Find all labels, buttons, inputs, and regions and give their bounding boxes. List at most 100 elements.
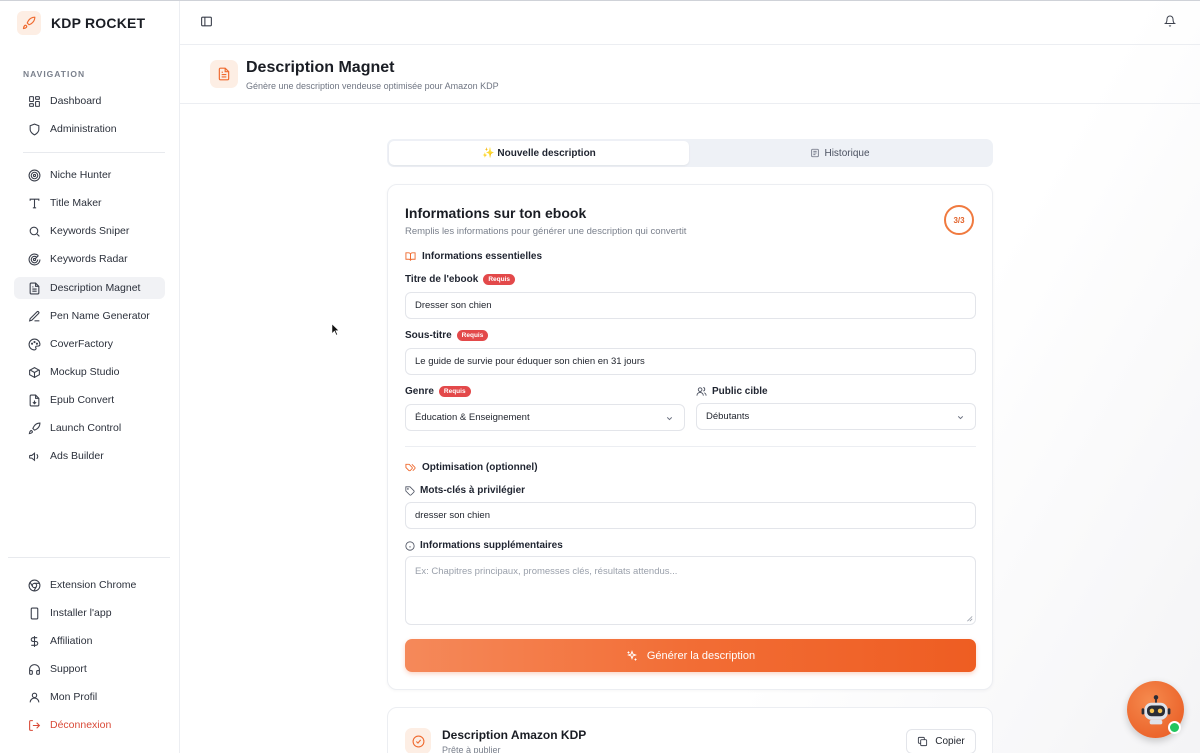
tag-icon (405, 485, 415, 496)
sidebar-item-label: Epub Convert (50, 394, 115, 406)
pen-icon (28, 310, 40, 322)
required-badge: Requis (438, 386, 471, 397)
audience-label-text: Public cible (712, 386, 768, 397)
tab-nouvelle-description[interactable]: ✨ Nouvelle description (389, 141, 689, 165)
rocket-icon (28, 422, 41, 434)
step-progress-ring: 3/3 (944, 205, 974, 235)
extra-info-field-label: Informations supplémentaires (405, 540, 563, 551)
tab-bar: ✨ Nouvelle description Historique (387, 139, 993, 167)
amazon-description-card: Description Amazon KDP Prête à publier C… (387, 707, 993, 753)
sidebar-item-label: Affiliation (50, 635, 93, 647)
sidebar-item-label: Launch Control (50, 422, 122, 434)
genre-field-label: Genre Requis (405, 386, 471, 397)
sidebar-item-extension-chrome[interactable]: Extension Chrome (14, 574, 165, 596)
sidebar-toggle-button[interactable] (200, 15, 213, 31)
sidebar-item-label: Mon Profil (50, 691, 98, 703)
card-subtitle: Remplis les informations pour générer un… (405, 226, 687, 237)
title-label-text: Titre de l'ebook (405, 274, 479, 285)
subtitle-label-text: Sous-titre (405, 330, 452, 341)
textarea-placeholder: Ex: Chapitres principaux, promesses clés… (415, 566, 678, 577)
card-title: Informations sur ton ebook (405, 205, 587, 221)
page-title: Description Magnet (246, 59, 395, 76)
sidebar-item-description-magnet[interactable]: Description Magnet (14, 277, 165, 299)
sidebar: KDP ROCKET NAVIGATION Dashboard Administ… (0, 1, 180, 753)
sidebar-item-title-maker[interactable]: Title Maker (14, 192, 165, 214)
type-icon (29, 198, 40, 208)
target-icon (28, 169, 41, 181)
keywords-input[interactable]: dresser son chien (405, 502, 976, 529)
tab-label: ✨ Nouvelle description (482, 147, 596, 159)
tags-icon (405, 463, 416, 472)
box-icon (29, 366, 40, 378)
tab-historique[interactable]: Historique (689, 141, 991, 165)
generate-button-label: Générer la description (646, 649, 756, 662)
sidebar-item-installer-app[interactable]: Installer l'app (14, 602, 165, 624)
sidebar-item-label: Keywords Radar (50, 253, 128, 265)
mouse-cursor-icon (331, 323, 340, 336)
subtitle-field-label: Sous-titre Requis (405, 330, 489, 341)
title-input[interactable]: Dresser son chien (405, 292, 976, 319)
ebook-info-card: Informations sur ton ebook Remplis les i… (387, 184, 993, 690)
brand[interactable]: KDP ROCKET (17, 11, 145, 35)
section-optimisation-label: Optimisation (optionnel) (422, 462, 538, 473)
sidebar-item-mockup-studio[interactable]: Mockup Studio (14, 361, 165, 383)
section-essentials-label: Informations essentielles (422, 251, 543, 262)
required-badge: Requis (456, 330, 489, 341)
generate-description-button[interactable]: Générer la description (405, 639, 976, 672)
chrome-icon (28, 579, 41, 591)
shield-icon (29, 123, 40, 136)
panel-left-icon (201, 16, 212, 27)
sidebar-item-deconnexion[interactable]: Déconnexion (14, 714, 165, 736)
smartphone-icon (30, 607, 39, 619)
sidebar-item-ads-builder[interactable]: Ads Builder (14, 445, 165, 467)
dollar-icon (30, 635, 39, 647)
genre-select[interactable]: Éducation & Enseignement (405, 404, 685, 431)
online-status-indicator (1168, 721, 1181, 734)
sidebar-item-label: Pen Name Generator (50, 310, 150, 322)
sparkles-icon (626, 649, 637, 660)
sidebar-divider (23, 152, 165, 153)
sidebar-divider (8, 557, 170, 558)
document-icon (29, 282, 40, 294)
book-open-icon (405, 252, 416, 261)
sidebar-item-keywords-radar[interactable]: Keywords Radar (14, 248, 165, 270)
sidebar-item-launch-control[interactable]: Launch Control (14, 417, 165, 439)
resize-handle-icon[interactable] (965, 614, 973, 622)
result-title: Description Amazon KDP (442, 728, 587, 742)
app-name: KDP ROCKET (51, 15, 146, 31)
logout-icon (29, 719, 41, 731)
extra-info-label-text: Informations supplémentaires (420, 540, 563, 551)
tab-label: Historique (824, 147, 870, 159)
sidebar-item-epub-convert[interactable]: Epub Convert (14, 389, 165, 411)
sidebar-item-mon-profil[interactable]: Mon Profil (14, 686, 165, 708)
sidebar-item-affiliation[interactable]: Affiliation (14, 630, 165, 652)
sidebar-item-keywords-sniper[interactable]: Keywords Sniper (14, 220, 165, 242)
sidebar-item-dashboard[interactable]: Dashboard (14, 90, 165, 112)
check-circle-icon (405, 728, 431, 753)
page-subtitle: Génère une description vendeuse optimisé… (246, 81, 499, 91)
palette-icon (28, 338, 41, 350)
sidebar-item-niche-hunter[interactable]: Niche Hunter (14, 164, 165, 186)
sidebar-item-label: Déconnexion (50, 719, 112, 731)
sidebar-item-support[interactable]: Support (14, 658, 165, 680)
chevron-down-icon (666, 417, 673, 421)
document-icon (210, 60, 238, 88)
sidebar-item-coverfactory[interactable]: CoverFactory (14, 333, 165, 355)
copy-button[interactable]: Copier (906, 729, 976, 753)
result-subtitle: Prête à publier (442, 745, 501, 753)
section-optimisation: Optimisation (optionnel) (405, 462, 538, 473)
extra-info-textarea[interactable]: Ex: Chapitres principaux, promesses clés… (405, 556, 976, 625)
search-icon (29, 226, 40, 237)
sidebar-item-administration[interactable]: Administration (14, 118, 165, 140)
subtitle-input[interactable]: Le guide de survie pour éduquer son chie… (405, 348, 976, 375)
page-header: Description Magnet Génère une descriptio… (180, 46, 1200, 104)
sidebar-item-label: Ads Builder (50, 450, 104, 462)
audience-select[interactable]: Débutants (696, 403, 976, 430)
sidebar-item-pen-name-generator[interactable]: Pen Name Generator (14, 305, 165, 327)
notifications-button[interactable] (1163, 15, 1177, 30)
sidebar-item-label: Installer l'app (50, 607, 112, 619)
sidebar-item-label: CoverFactory (50, 338, 114, 350)
nav-section-title: NAVIGATION (23, 69, 86, 79)
sidebar-item-label: Administration (50, 123, 117, 135)
sidebar-item-label: Description Magnet (50, 282, 141, 294)
